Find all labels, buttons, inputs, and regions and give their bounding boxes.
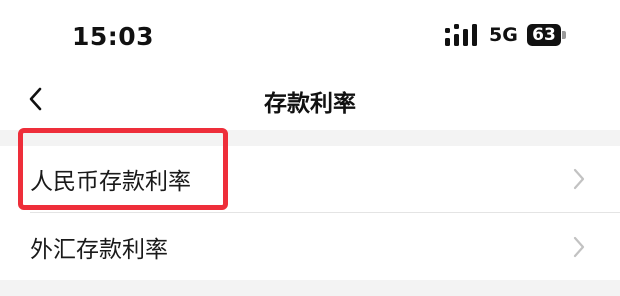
section-separator-bottom <box>0 280 620 296</box>
list-item-rmb-deposit-rate[interactable]: 人民币存款利率 <box>0 146 620 212</box>
battery-level: 63 <box>532 25 556 45</box>
nav-bar: 存款利率 <box>0 72 620 128</box>
status-bar: 15:03 5G 63 <box>0 0 620 72</box>
battery-icon: 63 <box>527 24 567 46</box>
signal-strength-icon <box>445 24 477 46</box>
list-item-label: 人民币存款利率 <box>30 169 191 195</box>
chevron-right-icon <box>573 168 585 190</box>
list-item-label: 外汇存款利率 <box>30 237 168 263</box>
list-divider <box>30 212 620 213</box>
status-time: 15:03 <box>72 22 155 51</box>
page-title: 存款利率 <box>264 91 356 117</box>
list-item-foreign-deposit-rate[interactable]: 外汇存款利率 <box>0 214 620 280</box>
chevron-right-icon <box>573 236 585 258</box>
section-separator-top <box>0 130 620 146</box>
network-type: 5G <box>489 24 518 46</box>
